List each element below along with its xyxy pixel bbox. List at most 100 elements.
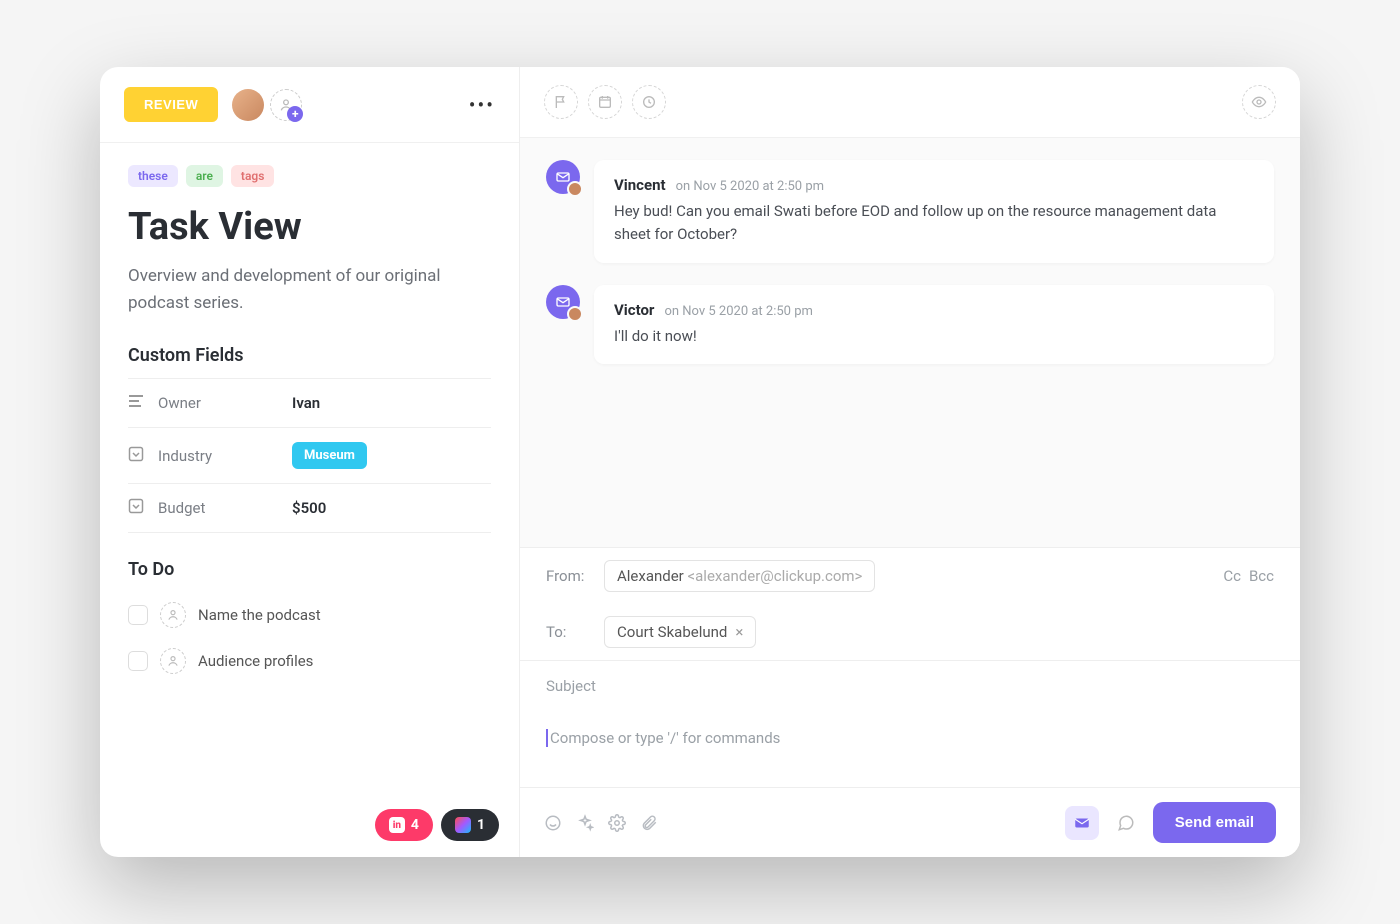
email-mode-button[interactable] <box>1065 806 1099 840</box>
from-email: <alexander@clickup.com> <box>688 567 863 585</box>
todo-checkbox[interactable] <box>128 651 148 671</box>
custom-field-label: Industry <box>158 447 278 465</box>
right-panel: Vincent on Nov 5 2020 at 2:50 pm Hey bud… <box>520 67 1300 857</box>
watch-button[interactable] <box>1242 85 1276 119</box>
todo-item: Name the podcast <box>128 592 491 638</box>
to-chip[interactable]: Court Skabelund × <box>604 616 756 648</box>
flag-icon <box>553 94 569 110</box>
task-title[interactable]: Task View <box>128 205 491 249</box>
dropdown-field-icon <box>128 498 144 518</box>
custom-field-row: Budget $500 <box>128 484 491 533</box>
person-icon <box>166 608 180 622</box>
bcc-button[interactable]: Bcc <box>1249 567 1274 585</box>
assignee-avatar[interactable] <box>232 89 264 121</box>
figma-count: 1 <box>477 817 485 833</box>
calendar-icon <box>597 94 613 110</box>
left-header: REVIEW + ••• <box>100 67 519 143</box>
right-header <box>520 67 1300 138</box>
remove-recipient-icon[interactable]: × <box>735 623 743 641</box>
custom-field-row: Industry Museum <box>128 428 491 484</box>
text-field-icon <box>128 393 144 413</box>
sparkle-icon <box>576 814 594 832</box>
time-button[interactable] <box>632 85 666 119</box>
gear-icon <box>608 814 626 832</box>
task-description[interactable]: Overview and development of our original… <box>128 263 491 317</box>
message-author: Victor <box>614 301 654 319</box>
todo-label[interactable]: Name the podcast <box>198 606 321 624</box>
mail-icon <box>555 294 571 310</box>
tag[interactable]: are <box>186 165 223 187</box>
clock-icon <box>641 94 657 110</box>
custom-field-value[interactable]: Ivan <box>292 394 320 412</box>
todo-checkbox[interactable] <box>128 605 148 625</box>
subject-input[interactable]: Subject <box>520 660 1300 711</box>
tags-row: these are tags <box>128 165 491 187</box>
body-input[interactable]: Compose or type '/' for commands <box>520 711 1300 787</box>
message: Vincent on Nov 5 2020 at 2:50 pm Hey bud… <box>546 160 1274 263</box>
chat-icon <box>1117 814 1135 832</box>
tag[interactable]: tags <box>231 165 274 187</box>
message-avatar[interactable] <box>546 285 580 319</box>
figma-badge[interactable]: 1 <box>441 809 499 841</box>
composer-footer: Send email <box>520 787 1300 857</box>
todo-section: To Do Name the podcast Audience profiles <box>128 559 491 684</box>
messages-list: Vincent on Nov 5 2020 at 2:50 pm Hey bud… <box>520 138 1300 547</box>
settings-button[interactable] <box>608 814 626 832</box>
assign-todo-button[interactable] <box>160 602 186 628</box>
comment-mode-button[interactable] <box>1109 806 1143 840</box>
message-avatar[interactable] <box>546 160 580 194</box>
custom-field-value[interactable]: $500 <box>292 499 326 517</box>
tag[interactable]: these <box>128 165 178 187</box>
task-window: REVIEW + ••• these are tags Task View Ov… <box>100 67 1300 857</box>
paperclip-icon <box>640 814 658 832</box>
custom-field-label: Budget <box>158 499 278 517</box>
send-email-button[interactable]: Send email <box>1153 802 1276 843</box>
from-row: From: Alexander <alexander@clickup.com> … <box>520 548 1300 604</box>
eye-icon <box>1251 94 1267 110</box>
figma-icon <box>455 817 471 833</box>
emoji-button[interactable] <box>544 814 562 832</box>
to-label: To: <box>546 623 592 641</box>
message-card[interactable]: Victor on Nov 5 2020 at 2:50 pm I'll do … <box>594 285 1274 364</box>
body-placeholder: Compose or type '/' for commands <box>546 729 780 747</box>
custom-field-value[interactable]: Museum <box>292 442 367 469</box>
message: Victor on Nov 5 2020 at 2:50 pm I'll do … <box>546 285 1274 364</box>
user-mini-avatar <box>567 306 583 322</box>
from-field[interactable]: Alexander <alexander@clickup.com> <box>604 560 875 592</box>
more-menu-button[interactable]: ••• <box>469 93 495 117</box>
from-label: From: <box>546 567 592 585</box>
user-mini-avatar <box>567 181 583 197</box>
message-body: I'll do it now! <box>614 325 1254 348</box>
todo-item: Audience profiles <box>128 638 491 684</box>
invision-badge[interactable]: in 4 <box>375 809 433 841</box>
attach-button[interactable] <box>640 814 658 832</box>
assign-todo-button[interactable] <box>160 648 186 674</box>
to-row: To: Court Skabelund × <box>520 604 1300 660</box>
todo-label[interactable]: Audience profiles <box>198 652 313 670</box>
plus-icon: + <box>287 106 303 122</box>
invision-count: 4 <box>411 817 419 833</box>
status-button[interactable]: REVIEW <box>124 87 218 122</box>
message-timestamp: on Nov 5 2020 at 2:50 pm <box>664 304 812 319</box>
message-card[interactable]: Vincent on Nov 5 2020 at 2:50 pm Hey bud… <box>594 160 1274 263</box>
custom-fields-heading: Custom Fields <box>128 345 491 366</box>
smile-icon <box>544 814 562 832</box>
add-assignee-button[interactable]: + <box>270 89 302 121</box>
date-button[interactable] <box>588 85 622 119</box>
email-composer: From: Alexander <alexander@clickup.com> … <box>520 547 1300 857</box>
ai-button[interactable] <box>576 814 594 832</box>
flag-button[interactable] <box>544 85 578 119</box>
from-name: Alexander <box>617 567 684 585</box>
message-body: Hey bud! Can you email Swati before EOD … <box>614 200 1254 247</box>
todo-heading: To Do <box>128 559 491 580</box>
to-name: Court Skabelund <box>617 623 727 641</box>
custom-fields-table: Owner Ivan Industry Museum Budget $500 <box>128 378 491 533</box>
custom-field-row: Owner Ivan <box>128 379 491 428</box>
message-timestamp: on Nov 5 2020 at 2:50 pm <box>676 179 824 194</box>
cc-button[interactable]: Cc <box>1223 567 1241 585</box>
message-author: Vincent <box>614 176 666 194</box>
invision-icon: in <box>389 817 405 833</box>
dropdown-field-icon <box>128 446 144 466</box>
left-panel: REVIEW + ••• these are tags Task View Ov… <box>100 67 520 857</box>
person-icon <box>166 654 180 668</box>
